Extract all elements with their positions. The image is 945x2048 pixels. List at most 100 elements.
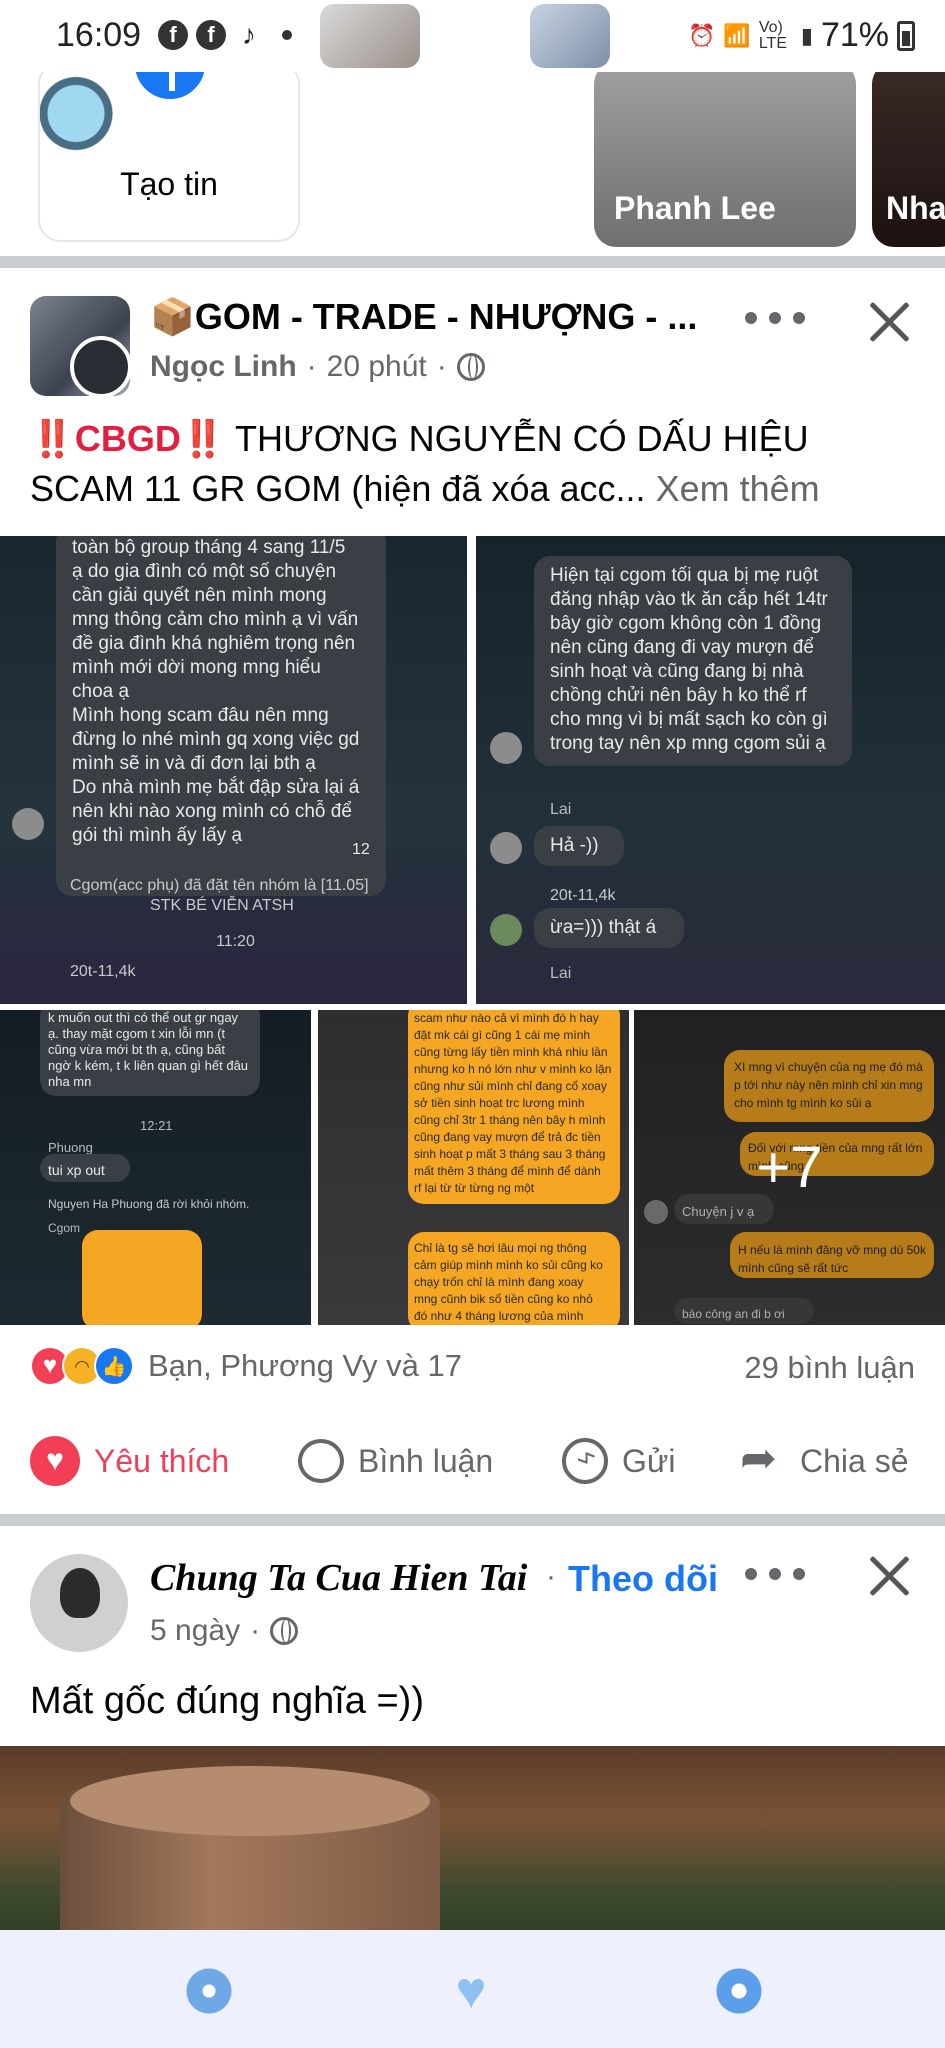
post-photo-more[interactable]: XI mng vì chuyện của ng mẹ đó mà p tới n…: [634, 1010, 945, 1325]
chat-line: ạ do gia đình có một số chuyện: [72, 561, 337, 582]
story-label: Phanh Lee: [614, 190, 776, 226]
chat-line: Chỉ là tg sẽ hơi lâu mọi ng thông: [414, 1241, 587, 1255]
close-icon[interactable]: [859, 1546, 919, 1606]
close-icon[interactable]: [859, 292, 919, 352]
author-name[interactable]: Chung Ta Cua Hien Tai: [150, 1556, 527, 1600]
chat-line: cho mng vì bị mất sạch ko còn gì: [550, 709, 828, 730]
chat-tag: 20t-11,4k: [70, 963, 136, 980]
group-avatar[interactable]: [30, 296, 130, 396]
more-options-icon[interactable]: [745, 308, 805, 328]
chat-line: cảm giúp mình mình ko sủi cũng ko: [414, 1258, 603, 1272]
share-label: Chia sẻ: [800, 1442, 909, 1479]
sticker-image: [320, 4, 420, 68]
see-more-link[interactable]: Xem thêm: [646, 468, 820, 509]
chat-line: sinh hoạt và cũng đang bị nhà: [550, 661, 804, 682]
chat-line: cũng đang vay mượn để trả đc tiền: [414, 1130, 601, 1144]
chat-line: sở tiền sinh hoạt trc lương mình: [414, 1096, 585, 1110]
more-photos-count: +7: [756, 1135, 823, 1200]
chat-line: nha mn: [48, 1074, 92, 1089]
post-photo[interactable]: toàn bộ group tháng 4 sang 11/5 ạ do gia…: [0, 536, 467, 1004]
post-action-bar: Yêu thích Bình luận Gửi Chia sẻ: [0, 1416, 945, 1506]
system-message: Nguyen Ha Phuong đã rời khỏi nhóm.: [48, 1197, 250, 1211]
share-icon: [740, 1433, 786, 1484]
chat-line: ừa=))) thật á: [550, 917, 657, 938]
sender-avatar: [490, 732, 522, 764]
globe-icon: [270, 1617, 299, 1645]
create-story-card[interactable]: Tạo tin: [38, 62, 300, 242]
chat-line: đừng lo nhé mình gq xong việc gd: [72, 729, 360, 750]
home-heart-icon[interactable]: ♥: [446, 1965, 496, 2017]
post-photo[interactable]: [0, 1746, 945, 1956]
status-time: 16:09: [56, 16, 142, 54]
post-text-prefix: ‼️CBGD‼️: [30, 418, 226, 459]
send-label: Gửi: [622, 1442, 676, 1479]
chat-line: scam như nào cả vì mình đó h hay: [414, 1011, 599, 1025]
chat-line: mng cũnh bik số tiền cũng ko nhỏ: [414, 1292, 593, 1306]
chat-line: đặt mk cái gì cũng 1 cái mẹ mình: [414, 1028, 591, 1042]
tiktok-icon: ♪: [242, 19, 256, 50]
post-meta: Ngọc Linh · 20 phút ·: [150, 350, 485, 384]
comment-icon: [298, 1439, 344, 1483]
post-time[interactable]: 20 phút: [327, 350, 427, 384]
chat-line: cần giải quyết nên mình mong: [72, 585, 327, 606]
author-avatar[interactable]: [30, 1554, 128, 1652]
author-avatar[interactable]: [70, 336, 130, 396]
follow-button[interactable]: Theo dõi: [568, 1558, 718, 1600]
chat-time: 12:21: [140, 1118, 173, 1133]
more-options-icon[interactable]: [745, 1564, 805, 1584]
more-photos-overlay[interactable]: +7: [634, 1010, 945, 1325]
share-button[interactable]: Chia sẻ: [740, 1416, 909, 1506]
chat-line: nhưng ko h nó lớn như v mình ko lặn: [414, 1062, 612, 1076]
chat-line: ạ. thay mặt cgom t xin lỗi mn (t: [48, 1026, 226, 1041]
group-name[interactable]: 📦GOM - TRADE - NHƯỢNG - ...: [150, 296, 710, 338]
comment-label: Bình luận: [358, 1442, 494, 1479]
chat-line: chạy trốn chỉ là mình đang xoay: [414, 1275, 584, 1289]
facebook-icon: f: [158, 20, 188, 50]
story-card-phanh-lee[interactable]: Phanh Lee: [594, 62, 856, 247]
like-label: Yêu thích: [94, 1442, 230, 1479]
like-button[interactable]: Yêu thích: [30, 1416, 229, 1506]
chat-line: gói thì mình ấy lấy ạ: [72, 825, 243, 846]
messenger-icon: [562, 1438, 608, 1484]
chat-line: mình mới dời mong mng hiểu: [72, 657, 321, 678]
post-time[interactable]: 5 ngày: [150, 1614, 240, 1648]
comments-count[interactable]: 29 bình luận: [744, 1350, 915, 1386]
reactions-summary[interactable]: Bạn, Phương Vy và 17: [30, 1346, 462, 1386]
back-flower-icon[interactable]: [714, 1968, 764, 2014]
post-photo[interactable]: Hiện tại cgom tối qua bị mẹ ruột đăng nh…: [476, 536, 945, 1004]
stories-row: Tạo tin Phanh Lee Nha: [0, 62, 945, 252]
story-card-nha[interactable]: Nha: [872, 62, 945, 247]
battery-percent: 71%: [820, 16, 889, 54]
user-avatar-sticker: [40, 64, 120, 154]
meta-separator: ·: [436, 350, 447, 383]
network-label: Vo) LTE: [758, 18, 787, 52]
create-story-label: Tạo tin: [120, 166, 218, 202]
story-label: Nha: [886, 190, 945, 226]
send-button[interactable]: Gửi: [562, 1416, 675, 1506]
post-text: Mất gốc đúng nghĩa =)): [30, 1680, 424, 1722]
section-divider: [0, 1514, 945, 1526]
author-name[interactable]: Ngọc Linh: [150, 350, 297, 384]
post-photo[interactable]: k muốn out thì có thể out gr ngay ạ. tha…: [0, 1010, 311, 1325]
alarm-icon: ⏰: [688, 22, 716, 48]
chat-line: Hả -)): [550, 835, 599, 856]
chat-line: đăng nhập vào tk ăn cắp hết 14tr: [550, 589, 828, 610]
like-reaction-icon: [94, 1346, 134, 1386]
recent-apps-icon[interactable]: [184, 1968, 234, 2014]
comment-button[interactable]: Bình luận: [298, 1416, 493, 1506]
chat-line: bây giờ cgom không còn 1 đồng: [550, 613, 822, 634]
signal-icon: ▮: [800, 22, 813, 48]
status-bar: 16:09 f f ♪ ⏰ 📶 Vo) LTE ▮ 71%: [0, 0, 945, 72]
notification-icons: f f ♪: [158, 20, 292, 50]
chat-line: Mình hong scam đâu nên mng: [72, 705, 329, 726]
meta-separator: ·: [306, 350, 317, 383]
sender-name: Lai: [550, 801, 572, 818]
post-photo[interactable]: scam như nào cả vì mình đó h hay đặt mk …: [318, 1010, 629, 1325]
system-message: STK BÉ VIỄN ATSH: [150, 897, 294, 914]
chat-line: ngờ k kém, t k liên quan gì hết đâu: [48, 1058, 249, 1073]
chat-line: đề gia đình khá nghiêm trọng nên: [72, 633, 356, 654]
sender-name: Lai: [550, 965, 572, 982]
chat-line: mất thêm 3 tháng để mình để dành: [414, 1164, 601, 1178]
reaction-count: 12: [352, 841, 370, 858]
facebook-icon: f: [196, 20, 226, 50]
